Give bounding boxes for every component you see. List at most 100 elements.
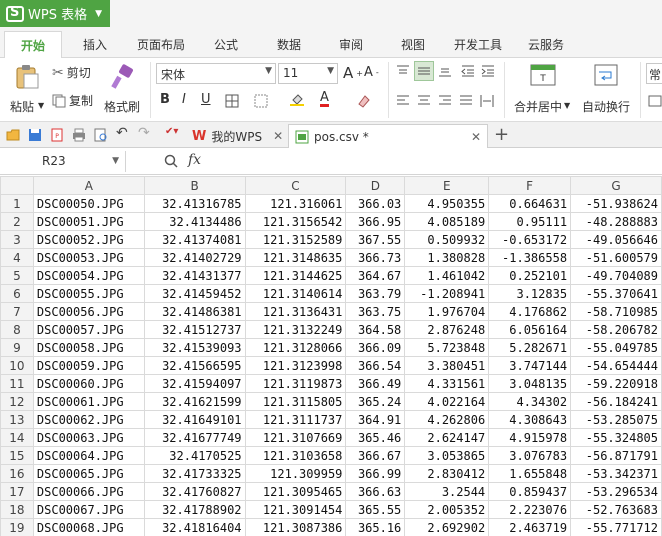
cell[interactable]: -49.704089 [570,266,662,285]
tab-developer[interactable]: 开发工具 [454,36,502,53]
align-top-icon[interactable] [396,64,410,78]
cell[interactable]: 121.3148635 [244,248,347,267]
cell[interactable]: 366.54 [345,356,406,375]
align-right-icon[interactable] [438,94,452,108]
cell[interactable]: DSC00065.JPG [32,464,145,483]
cell[interactable]: DSC00068.JPG [32,518,145,536]
borders-icon[interactable] [225,94,239,108]
cell[interactable]: 0.859437 [488,482,572,501]
cell[interactable]: 121.3107669 [244,428,347,447]
tab-insert[interactable]: 插入 [83,36,107,53]
cell[interactable]: 5.723848 [404,338,490,357]
align-left-icon[interactable] [396,94,410,108]
cell[interactable]: DSC00059.JPG [32,356,145,375]
name-box[interactable]: R23 ▼ [0,151,126,172]
distributed-icon[interactable] [480,94,494,108]
decrease-font-icon[interactable]: A- [364,65,379,80]
fill-color-icon[interactable] [290,92,304,106]
align-middle-button[interactable] [414,61,434,81]
cell[interactable]: DSC00050.JPG [32,194,145,213]
cell[interactable]: 366.49 [345,374,406,393]
column-header-b[interactable]: B [143,176,246,195]
column-header-e[interactable]: E [404,176,490,195]
column-header-a[interactable]: A [32,176,145,195]
cell[interactable]: 4.262806 [404,410,490,429]
customize-toolbar-icon[interactable]: ✔▾ [165,126,179,140]
cell[interactable]: 32.41431377 [143,266,246,285]
zoom-search-icon[interactable] [164,154,178,168]
export-pdf-icon[interactable]: P [50,128,64,142]
cell[interactable]: 121.316061 [244,194,347,213]
cell[interactable]: -0.653172 [488,230,572,249]
cell[interactable]: 121.3123998 [244,356,347,375]
row-header[interactable]: 17 [0,482,34,501]
align-bottom-icon[interactable] [438,64,452,78]
increase-font-icon[interactable]: A + [343,64,363,82]
cell[interactable]: 4.34302 [488,392,572,411]
bold-button[interactable]: B [160,92,170,107]
cell[interactable]: 121.3111737 [244,410,347,429]
cell[interactable]: -54.654444 [570,356,662,375]
cell[interactable]: 1.461042 [404,266,490,285]
cell[interactable]: -53.342371 [570,464,662,483]
cell[interactable]: 365.24 [345,392,406,411]
italic-button[interactable]: I [182,92,186,107]
cell[interactable]: DSC00064.JPG [32,446,145,465]
cell[interactable]: 121.3103658 [244,446,347,465]
row-header[interactable]: 13 [0,410,34,429]
cell[interactable]: 0.95111 [488,212,572,231]
cell[interactable]: 365.46 [345,428,406,447]
cell[interactable]: 121.3140614 [244,284,347,303]
cell[interactable]: 366.03 [345,194,406,213]
cell[interactable]: DSC00054.JPG [32,266,145,285]
cell[interactable]: 32.41594097 [143,374,246,393]
cell[interactable]: 32.41486381 [143,302,246,321]
tab-cloud[interactable]: 云服务 [528,36,564,53]
cell[interactable]: -51.938624 [570,194,662,213]
row-header[interactable]: 6 [0,284,34,303]
cut-button[interactable]: ✂ 剪切 [52,64,91,81]
cell[interactable]: -49.056646 [570,230,662,249]
row-header[interactable]: 1 [0,194,34,213]
cell[interactable]: 32.41733325 [143,464,246,483]
cell[interactable]: -52.763683 [570,500,662,519]
cell[interactable]: 121.3095465 [244,482,347,501]
paste-button[interactable]: 粘贴 ▼ [6,62,46,118]
cell[interactable]: 32.41402729 [143,248,246,267]
cell[interactable]: DSC00060.JPG [32,374,145,393]
cell[interactable]: 32.41677749 [143,428,246,447]
cell[interactable]: 32.41649101 [143,410,246,429]
font-name-select[interactable]: 宋体 ▼ [156,63,276,84]
formula-input[interactable] [212,151,662,172]
cell[interactable]: 32.41566595 [143,356,246,375]
cell[interactable]: 3.747144 [488,356,572,375]
cell[interactable]: 366.73 [345,248,406,267]
cell[interactable]: 1.976704 [404,302,490,321]
tab-data[interactable]: 数据 [277,36,301,53]
tab-review[interactable]: 审阅 [339,36,363,53]
cell[interactable]: 363.75 [345,302,406,321]
row-header[interactable]: 9 [0,338,34,357]
cell[interactable]: 3.048135 [488,374,572,393]
row-header[interactable]: 18 [0,500,34,519]
cell[interactable]: 32.41788902 [143,500,246,519]
cell[interactable]: 121.309959 [244,464,347,483]
cell[interactable]: 1.655848 [488,464,572,483]
cell[interactable]: DSC00058.JPG [32,338,145,357]
cell[interactable]: -56.184241 [570,392,662,411]
cell[interactable]: 3.12835 [488,284,572,303]
cell[interactable]: DSC00055.JPG [32,284,145,303]
underline-button[interactable]: U [201,92,211,107]
row-header[interactable]: 14 [0,428,34,447]
cell[interactable]: 32.41760827 [143,482,246,501]
cell[interactable]: 121.3119873 [244,374,347,393]
cell[interactable]: -51.600579 [570,248,662,267]
cell[interactable]: 2.223076 [488,500,572,519]
cell[interactable]: 32.41621599 [143,392,246,411]
cell[interactable]: 365.16 [345,518,406,536]
row-header[interactable]: 4 [0,248,34,267]
row-header[interactable]: 19 [0,518,34,536]
currency-icon[interactable] [648,94,662,108]
cell[interactable]: 0.664631 [488,194,572,213]
cell[interactable]: 32.41539093 [143,338,246,357]
